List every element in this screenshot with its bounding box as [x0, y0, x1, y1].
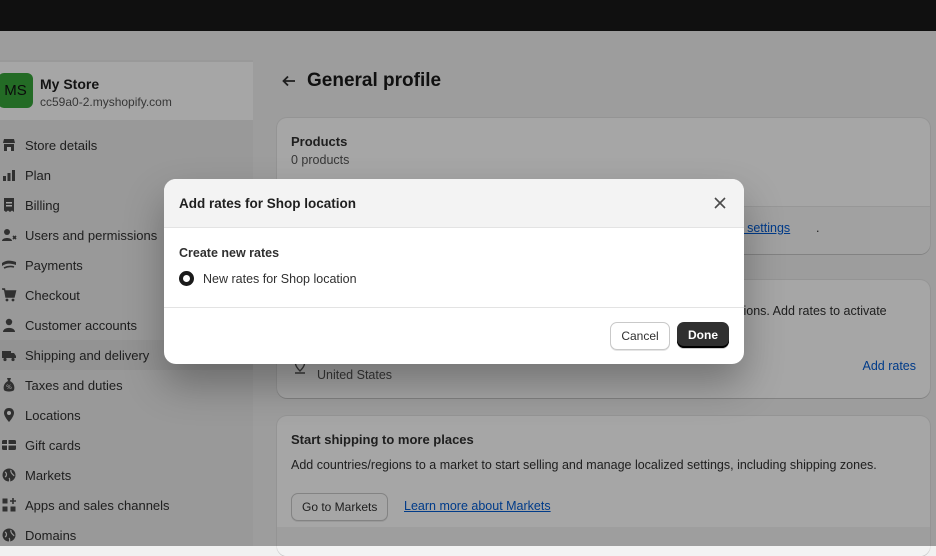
modal-header: Add rates for Shop location: [164, 179, 744, 228]
new-rates-radio-label[interactable]: New rates for Shop location: [203, 272, 357, 286]
add-rates-modal: Add rates for Shop location Create new r…: [164, 179, 744, 364]
modal-title: Add rates for Shop location: [179, 196, 357, 211]
close-icon[interactable]: [713, 196, 727, 210]
new-rates-radio[interactable]: [179, 271, 194, 286]
cancel-button[interactable]: Cancel: [610, 322, 670, 350]
create-new-rates-label: Create new rates: [179, 246, 280, 260]
done-button[interactable]: Done: [677, 322, 729, 348]
modal-divider: [164, 307, 744, 308]
